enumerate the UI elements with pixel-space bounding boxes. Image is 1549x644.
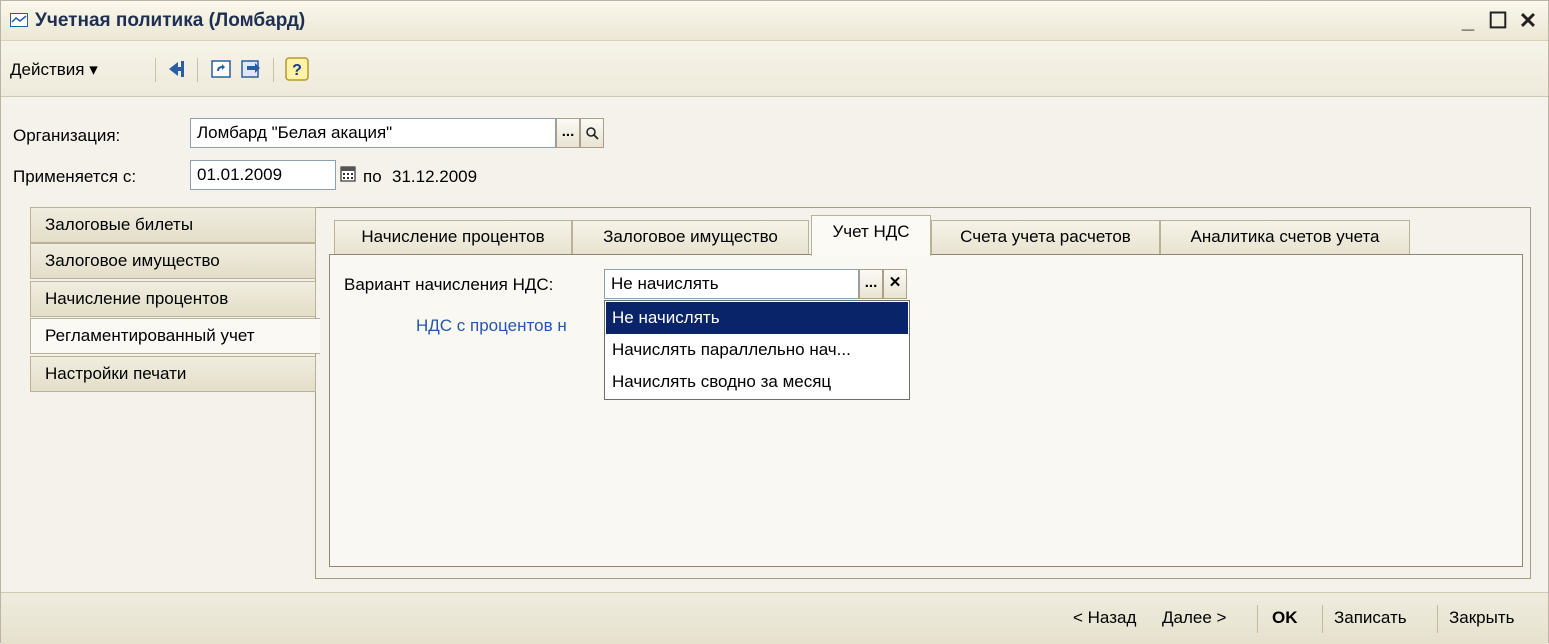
date-to-prefix: по [363,167,382,186]
form-icon [10,13,28,27]
minimize-button[interactable]: _ [1455,7,1481,35]
vat-interest-link[interactable]: НДС с процентов н [416,316,567,336]
tab-account-analytics[interactable]: Аналитика счетов учета [1160,220,1410,254]
tab-settlement-accounts[interactable]: Счета учета расчетов [931,220,1160,254]
dropdown-option-none[interactable]: Не начислять [606,302,908,334]
vat-variant-select[interactable]: Не начислять [604,269,859,299]
tab-print-settings[interactable]: Настройки печати [30,356,316,392]
tab-pawn-tickets[interactable]: Залоговые билеты [30,207,316,243]
vat-variant-label: Вариант начисления НДС: [344,275,554,294]
toolbar: Действия ▾ ? [1,41,1548,97]
exchange-icon[interactable] [239,57,263,81]
organization-field[interactable]: Ломбард "Белая акация" [190,118,556,148]
svg-text:?: ? [292,62,302,79]
close-button[interactable]: Закрыть [1449,608,1514,628]
close-window-button[interactable]: ✕ [1515,7,1541,35]
tab-interest-calc[interactable]: Начисление процентов [334,220,572,254]
tab-interest-accrual[interactable]: Начисление процентов [30,281,316,317]
dropdown-option-parallel[interactable]: Начислять параллельно нач... [606,334,908,366]
bottom-bar: < Назад Далее > OK Записать Закрыть [1,592,1548,644]
vat-variant-dropdown: Не начислять Начислять параллельно нач..… [604,300,910,400]
ok-button[interactable]: OK [1272,608,1298,628]
refresh-icon[interactable] [209,57,233,81]
toolbar-separator [155,58,156,82]
toolbar-separator [197,58,198,82]
date-to-value: 31.12.2009 [392,167,478,186]
applies-from-label: Применяется с: [13,167,137,186]
search-icon[interactable] [580,118,604,148]
arrow-left-icon[interactable] [166,57,190,81]
tab-pledged-property[interactable]: Залоговое имущество [30,243,316,279]
vat-tab-content [329,254,1523,567]
bottom-separator [1322,605,1323,633]
actions-menu-button[interactable]: Действия ▾ [10,60,98,80]
back-button[interactable]: < Назад [1073,608,1136,628]
window-title: Учетная политика (Ломбард) [35,10,306,31]
organization-label: Организация: [13,126,121,145]
save-button[interactable]: Записать [1334,608,1407,628]
dropdown-option-monthly[interactable]: Начислять сводно за месяц [606,366,908,398]
bottom-separator [1437,605,1438,633]
tab-collateral[interactable]: Залоговое имущество [572,220,809,254]
toolbar-separator [273,58,274,82]
next-button[interactable]: Далее > [1162,608,1226,628]
title-bar[interactable]: Учетная политика (Ломбард) _ ☐ ✕ [1,1,1548,41]
policy-window: Учетная политика (Ломбард) _ ☐ ✕ Действи… [0,0,1549,644]
select-button[interactable]: ... [859,269,883,299]
tab-vat[interactable]: Учет НДС [811,215,931,256]
calendar-icon[interactable] [340,166,356,182]
bottom-separator [1257,605,1258,633]
help-icon[interactable]: ? [285,57,309,81]
date-from-field[interactable]: 01.01.2009 [190,160,336,190]
maximize-button[interactable]: ☐ [1485,7,1511,35]
tab-regulated-accounting[interactable]: Регламентированный учет [30,318,320,354]
clear-icon[interactable]: ✕ [883,269,907,299]
select-button[interactable]: ... [556,118,580,148]
